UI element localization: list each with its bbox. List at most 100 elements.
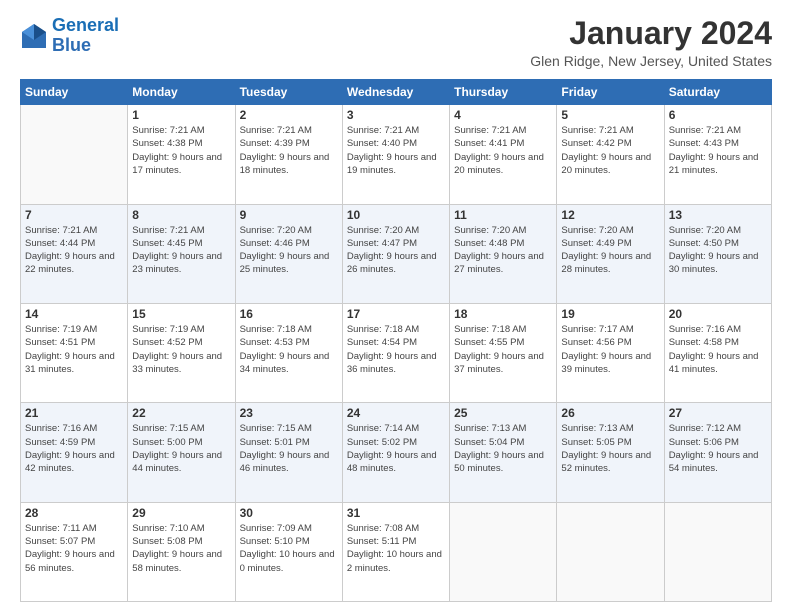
- column-header-sunday: Sunday: [21, 80, 128, 105]
- day-number: 28: [25, 506, 123, 520]
- day-number: 14: [25, 307, 123, 321]
- logo-line2: Blue: [52, 35, 91, 55]
- calendar-cell: 26 Sunrise: 7:13 AM Sunset: 5:05 PM Dayli…: [557, 403, 664, 502]
- day-number: 9: [240, 208, 338, 222]
- month-title: January 2024: [530, 16, 772, 51]
- day-number: 31: [347, 506, 445, 520]
- calendar-week-row: 21 Sunrise: 7:16 AM Sunset: 4:59 PM Dayli…: [21, 403, 772, 502]
- day-number: 24: [347, 406, 445, 420]
- calendar-cell: 27 Sunrise: 7:12 AM Sunset: 5:06 PM Dayli…: [664, 403, 771, 502]
- calendar-cell: 23Sunrise: 7:15 AM Sunset: 5:01 PM Dayli…: [235, 403, 342, 502]
- calendar-cell: 15 Sunrise: 7:19 AM Sunset: 4:52 PM Dayli…: [128, 303, 235, 402]
- day-info: Sunrise: 7:10 AM Sunset: 5:08 PM Dayligh…: [132, 522, 230, 575]
- day-number: 22: [132, 406, 230, 420]
- calendar-cell: 17 Sunrise: 7:18 AM Sunset: 4:54 PM Dayli…: [342, 303, 449, 402]
- day-number: 6: [669, 108, 767, 122]
- column-header-saturday: Saturday: [664, 80, 771, 105]
- day-number: 21: [25, 406, 123, 420]
- calendar-cell: 4 Sunrise: 7:21 AM Sunset: 4:41 PM Daylig…: [450, 105, 557, 204]
- calendar-cell: 22 Sunrise: 7:15 AM Sunset: 5:00 PM Dayli…: [128, 403, 235, 502]
- calendar-cell: [450, 502, 557, 601]
- day-info: Sunrise: 7:21 AM Sunset: 4:38 PM Dayligh…: [132, 124, 230, 177]
- day-info: Sunrise: 7:15 AM Sunset: 5:00 PM Dayligh…: [132, 422, 230, 475]
- day-info: Sunrise: 7:13 AM Sunset: 5:04 PM Dayligh…: [454, 422, 552, 475]
- calendar-week-row: 28Sunrise: 7:11 AM Sunset: 5:07 PM Dayli…: [21, 502, 772, 601]
- calendar-cell: 2Sunrise: 7:21 AM Sunset: 4:39 PM Daylig…: [235, 105, 342, 204]
- day-number: 1: [132, 108, 230, 122]
- calendar-cell: 28Sunrise: 7:11 AM Sunset: 5:07 PM Dayli…: [21, 502, 128, 601]
- day-info: Sunrise: 7:14 AM Sunset: 5:02 PM Dayligh…: [347, 422, 445, 475]
- day-info: Sunrise: 7:17 AM Sunset: 4:56 PM Dayligh…: [561, 323, 659, 376]
- calendar-cell: 24 Sunrise: 7:14 AM Sunset: 5:02 PM Dayli…: [342, 403, 449, 502]
- day-info: Sunrise: 7:21 AM Sunset: 4:43 PM Dayligh…: [669, 124, 767, 177]
- day-number: 20: [669, 307, 767, 321]
- day-info: Sunrise: 7:13 AM Sunset: 5:05 PM Dayligh…: [561, 422, 659, 475]
- calendar-cell: 14 Sunrise: 7:19 AM Sunset: 4:51 PM Dayli…: [21, 303, 128, 402]
- day-info: Sunrise: 7:21 AM Sunset: 4:45 PM Dayligh…: [132, 224, 230, 277]
- calendar-cell: 3 Sunrise: 7:21 AM Sunset: 4:40 PM Daylig…: [342, 105, 449, 204]
- calendar-cell: 30Sunrise: 7:09 AM Sunset: 5:10 PM Dayli…: [235, 502, 342, 601]
- day-info: Sunrise: 7:19 AM Sunset: 4:52 PM Dayligh…: [132, 323, 230, 376]
- day-number: 8: [132, 208, 230, 222]
- day-info: Sunrise: 7:18 AM Sunset: 4:54 PM Dayligh…: [347, 323, 445, 376]
- calendar-cell: 31Sunrise: 7:08 AM Sunset: 5:11 PM Dayli…: [342, 502, 449, 601]
- day-number: 10: [347, 208, 445, 222]
- day-number: 26: [561, 406, 659, 420]
- logo-text: General Blue: [52, 16, 119, 56]
- column-header-monday: Monday: [128, 80, 235, 105]
- calendar-week-row: 7 Sunrise: 7:21 AM Sunset: 4:44 PM Daylig…: [21, 204, 772, 303]
- day-number: 15: [132, 307, 230, 321]
- day-info: Sunrise: 7:20 AM Sunset: 4:49 PM Dayligh…: [561, 224, 659, 277]
- day-info: Sunrise: 7:18 AM Sunset: 4:53 PM Dayligh…: [240, 323, 338, 376]
- day-info: Sunrise: 7:19 AM Sunset: 4:51 PM Dayligh…: [25, 323, 123, 376]
- day-number: 4: [454, 108, 552, 122]
- day-info: Sunrise: 7:20 AM Sunset: 4:50 PM Dayligh…: [669, 224, 767, 277]
- day-number: 16: [240, 307, 338, 321]
- calendar-cell: 29Sunrise: 7:10 AM Sunset: 5:08 PM Dayli…: [128, 502, 235, 601]
- logo-line1: General: [52, 15, 119, 35]
- title-block: January 2024 Glen Ridge, New Jersey, Uni…: [530, 16, 772, 69]
- calendar-table: SundayMondayTuesdayWednesdayThursdayFrid…: [20, 79, 772, 602]
- calendar-cell: 18Sunrise: 7:18 AM Sunset: 4:55 PM Dayli…: [450, 303, 557, 402]
- calendar-cell: 5 Sunrise: 7:21 AM Sunset: 4:42 PM Daylig…: [557, 105, 664, 204]
- calendar-cell: 10 Sunrise: 7:20 AM Sunset: 4:47 PM Dayli…: [342, 204, 449, 303]
- calendar-cell: 25 Sunrise: 7:13 AM Sunset: 5:04 PM Dayli…: [450, 403, 557, 502]
- day-info: Sunrise: 7:16 AM Sunset: 4:59 PM Dayligh…: [25, 422, 123, 475]
- day-number: 27: [669, 406, 767, 420]
- day-number: 5: [561, 108, 659, 122]
- day-info: Sunrise: 7:18 AM Sunset: 4:55 PM Dayligh…: [454, 323, 552, 376]
- day-number: 17: [347, 307, 445, 321]
- day-number: 19: [561, 307, 659, 321]
- day-info: Sunrise: 7:16 AM Sunset: 4:58 PM Dayligh…: [669, 323, 767, 376]
- calendar-cell: 8 Sunrise: 7:21 AM Sunset: 4:45 PM Daylig…: [128, 204, 235, 303]
- calendar-cell: 9Sunrise: 7:20 AM Sunset: 4:46 PM Daylig…: [235, 204, 342, 303]
- logo: General Blue: [20, 16, 119, 56]
- calendar-cell: [664, 502, 771, 601]
- day-info: Sunrise: 7:15 AM Sunset: 5:01 PM Dayligh…: [240, 422, 338, 475]
- day-number: 25: [454, 406, 552, 420]
- day-number: 11: [454, 208, 552, 222]
- column-header-friday: Friday: [557, 80, 664, 105]
- calendar-cell: 19 Sunrise: 7:17 AM Sunset: 4:56 PM Dayli…: [557, 303, 664, 402]
- day-info: Sunrise: 7:09 AM Sunset: 5:10 PM Dayligh…: [240, 522, 338, 575]
- day-number: 13: [669, 208, 767, 222]
- day-info: Sunrise: 7:21 AM Sunset: 4:42 PM Dayligh…: [561, 124, 659, 177]
- day-info: Sunrise: 7:21 AM Sunset: 4:44 PM Dayligh…: [25, 224, 123, 277]
- calendar-cell: 16 Sunrise: 7:18 AM Sunset: 4:53 PM Dayli…: [235, 303, 342, 402]
- day-info: Sunrise: 7:21 AM Sunset: 4:41 PM Dayligh…: [454, 124, 552, 177]
- page: General Blue January 2024 Glen Ridge, Ne…: [0, 0, 792, 612]
- day-info: Sunrise: 7:20 AM Sunset: 4:47 PM Dayligh…: [347, 224, 445, 277]
- calendar-cell: 1 Sunrise: 7:21 AM Sunset: 4:38 PM Daylig…: [128, 105, 235, 204]
- calendar-cell: 7 Sunrise: 7:21 AM Sunset: 4:44 PM Daylig…: [21, 204, 128, 303]
- calendar-cell: 21 Sunrise: 7:16 AM Sunset: 4:59 PM Dayli…: [21, 403, 128, 502]
- day-info: Sunrise: 7:12 AM Sunset: 5:06 PM Dayligh…: [669, 422, 767, 475]
- day-number: 3: [347, 108, 445, 122]
- column-header-tuesday: Tuesday: [235, 80, 342, 105]
- logo-icon: [20, 22, 48, 50]
- location: Glen Ridge, New Jersey, United States: [530, 53, 772, 69]
- day-number: 7: [25, 208, 123, 222]
- calendar-cell: 13 Sunrise: 7:20 AM Sunset: 4:50 PM Dayli…: [664, 204, 771, 303]
- column-header-wednesday: Wednesday: [342, 80, 449, 105]
- day-number: 2: [240, 108, 338, 122]
- day-info: Sunrise: 7:21 AM Sunset: 4:40 PM Dayligh…: [347, 124, 445, 177]
